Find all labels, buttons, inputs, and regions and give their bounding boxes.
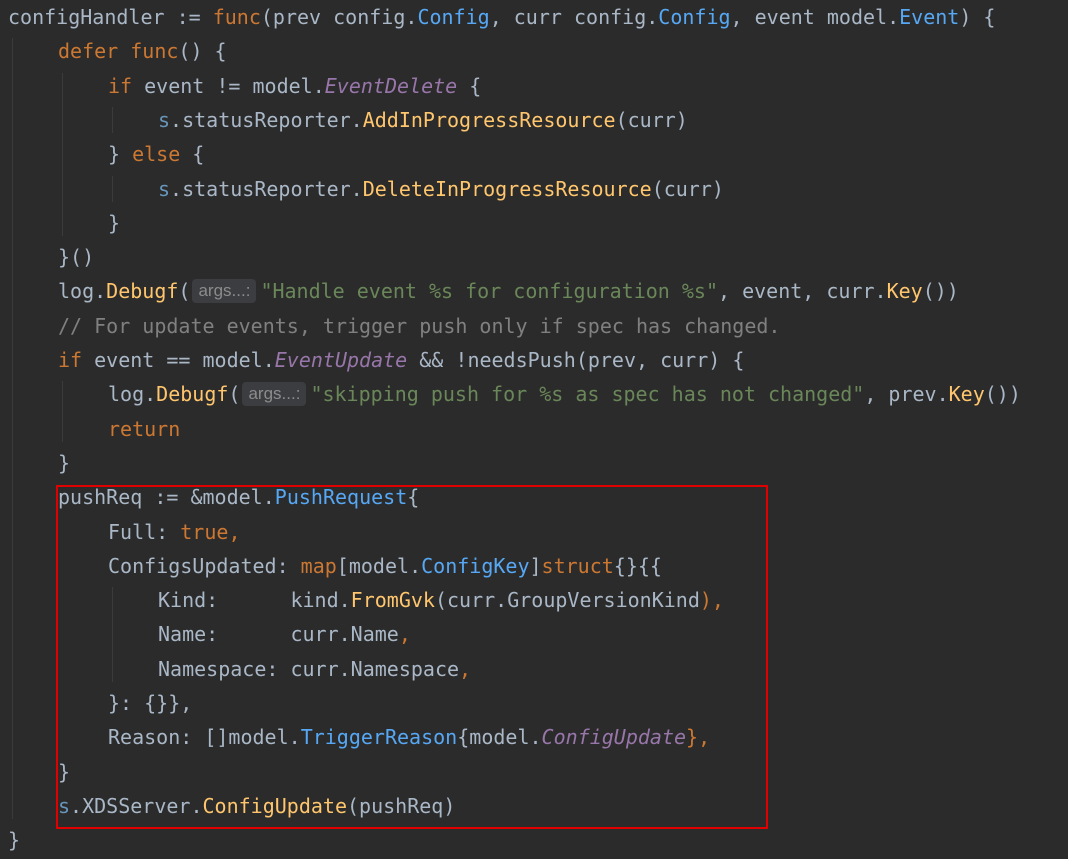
code-token: ( [228,382,241,407]
code-token: { [180,142,205,167]
code-token: Key [948,382,985,407]
code-token: needsPush [467,348,576,372]
code-token: EventUpdate [274,348,408,372]
code-token: config [573,5,647,29]
code-line: if event == model.EventUpdate && !needsP… [58,343,744,377]
code-token: Config [417,5,490,29]
code-token: . [312,73,325,98]
code-token: (curr) [615,107,688,132]
code-token: ()) [922,279,959,304]
code-token: . [94,279,107,304]
code-token: func [130,39,179,64]
indent-guide [12,38,13,820]
indent-guide [112,175,113,202]
code-token: (curr) [651,176,724,201]
code-token: .statusReporter. [170,176,363,201]
code-token: , curr [489,5,574,29]
code-line: if event != model.EventDelete { [108,69,481,103]
code-token: } [8,828,21,853]
code-token: "skipping push for %s as spec has not ch… [310,382,865,407]
code-token: } [108,210,121,235]
code-line: return [108,412,180,446]
code-token: Debugf [106,279,179,304]
code-token: event != [144,73,253,98]
code-token: (prev, curr) { [575,348,745,372]
code-line: } [8,823,20,857]
code-token: Config [658,5,731,29]
code-token: ()) [984,382,1021,407]
code-token: "Handle event %s for configuration %s" [260,279,718,304]
code-token: model [202,348,263,372]
code-token: . [646,5,659,29]
code-token: config [333,5,406,29]
code-token: event == [94,348,203,372]
code-token: DeleteInProgressResource [362,176,652,201]
code-token: s [158,107,171,132]
code-token: // For update events, trigger push only … [58,313,781,338]
code-token: log [58,279,95,304]
code-token: } [108,142,133,167]
code-token: . [405,5,418,29]
code-line: log.Debugf(args...: "Handle event %s for … [58,274,959,308]
code-token: log [108,382,145,407]
code-token: EventDelete [324,73,458,98]
code-token: return [108,416,181,441]
code-token: } [58,450,71,475]
indent-guide [62,72,63,237]
parameter-hint: args...: [242,381,307,406]
code-token: . [262,348,275,372]
code-token: { [457,73,482,98]
indent-guide [62,381,63,442]
code-token: Event [899,5,960,29]
code-token: model [252,73,313,98]
code-token: (prev [260,5,334,29]
code-token: defer [58,39,131,64]
indent-guide [112,106,113,134]
code-editor[interactable]: configHandler := func(prev config.Config… [0,0,1068,859]
code-line: } [58,446,70,480]
code-token: Key [886,279,923,304]
code-line: // For update events, trigger push only … [58,309,780,343]
code-token: := [164,5,213,29]
highlight-box [56,485,768,829]
parameter-hint: args...: [192,278,257,303]
code-line: } [108,206,120,240]
code-token: . [144,382,157,407]
code-line: s.statusReporter.DeleteInProgressResourc… [158,172,724,206]
code-line: log.Debugf(args...: "skipping push for %s… [108,377,1021,411]
code-token: if [108,73,145,98]
code-token: .statusReporter. [170,107,363,132]
code-token: }() [58,245,95,270]
code-line: s.statusReporter.AddInProgressResource(c… [158,103,688,137]
code-token: , event, curr. [718,279,887,304]
code-line: defer func() { [58,34,227,68]
code-token: AddInProgressResource [362,107,616,132]
code-token: else [132,142,181,167]
code-line: }() [58,240,94,274]
code-token: , prev. [864,382,949,407]
code-token: func [212,5,261,29]
code-token: configHandler [8,5,165,29]
code-line: } else { [108,137,204,171]
code-token: && ! [407,348,468,372]
code-token: if [58,348,95,372]
code-token: model [826,5,888,29]
code-token: Debugf [156,382,229,407]
code-token: s [158,176,171,201]
code-token: () { [178,39,227,64]
code-token: ) { [959,5,996,29]
code-token: , event [730,5,827,29]
code-token: ( [178,279,191,304]
code-line: configHandler := func(prev config.Config… [8,0,995,34]
code-token: . [887,5,900,29]
